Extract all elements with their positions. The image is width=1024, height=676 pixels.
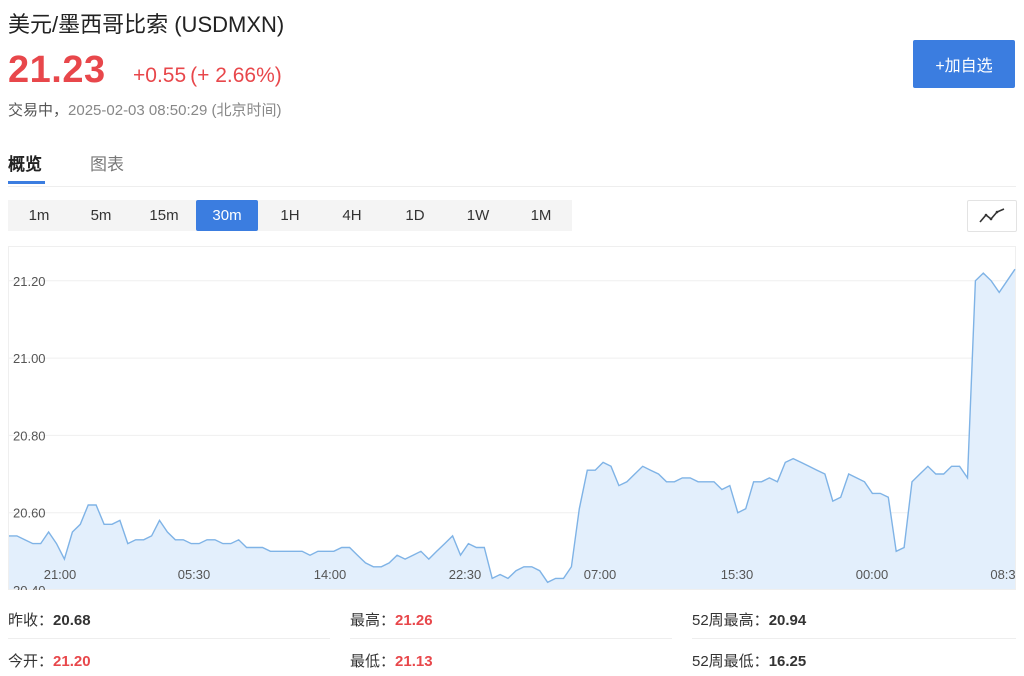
tab-chart[interactable]: 图表 <box>90 150 124 175</box>
tab-overview[interactable]: 概览 <box>8 150 42 175</box>
change-value: +0.55 <box>133 64 187 87</box>
x-tick-label: 21:00 <box>44 567 77 582</box>
add-watchlist-button[interactable]: +加自选 <box>913 40 1015 88</box>
x-tick-label: 22:30 <box>449 567 482 582</box>
stat-label: 52周最低： <box>692 653 769 670</box>
period-1w[interactable]: 1W <box>447 200 509 231</box>
stat-value: 16.25 <box>768 653 807 670</box>
instrument-title: 美元/墨西哥比索 (USDMXN) <box>8 12 285 37</box>
period-selector: 1m 5m 15m 30m 1H 4H 1D 1W 1M <box>8 200 572 231</box>
x-tick-label: 14:00 <box>314 567 347 582</box>
price-chart[interactable]: 20.40 20.60 20.80 21.00 21.20 21:00 05:30 14:00… <box>8 246 1016 598</box>
current-price: 21.23 <box>8 49 106 91</box>
period-30m[interactable]: 30m <box>196 200 258 231</box>
stat-value: 21.13 <box>395 653 433 670</box>
x-tick-label: 05:30 <box>178 567 211 582</box>
stat-low: 最低：21.13 <box>350 650 433 671</box>
stat-52w-low: 52周最低：16.25 <box>692 650 806 671</box>
tab-bar: 概览 图表 <box>8 146 1016 187</box>
stat-prev-close: 昨收：20.68 <box>8 609 91 630</box>
x-tick-label: 00:00 <box>856 567 889 582</box>
period-5m[interactable]: 5m <box>70 200 132 231</box>
stat-label: 今开： <box>8 653 54 670</box>
timestamp: 2025-02-03 08:50:29 (北京时间) <box>68 102 282 119</box>
change-percent: (+ 2.66%) <box>190 64 282 87</box>
stat-label: 昨收： <box>8 612 54 629</box>
stat-label: 最高： <box>350 612 396 629</box>
stat-open: 今开：21.20 <box>8 650 91 671</box>
y-tick-label: 21.20 <box>13 274 46 289</box>
period-15m[interactable]: 15m <box>133 200 195 231</box>
stat-label: 最低： <box>350 653 396 670</box>
x-tick-label: 15:30 <box>721 567 754 582</box>
y-tick-label: 20.80 <box>13 428 46 443</box>
tab-active-indicator <box>8 181 45 184</box>
period-1mo[interactable]: 1M <box>510 200 572 231</box>
divider <box>8 638 330 639</box>
stat-high: 最高：21.26 <box>350 609 433 630</box>
line-chart-icon <box>979 208 1005 223</box>
stats-panel: 昨收：20.68 最高：21.26 52周最高：20.94 今开：21.20 最… <box>0 600 1024 676</box>
y-tick-label: 21.00 <box>13 351 46 366</box>
x-tick-label: 07:00 <box>584 567 617 582</box>
chart-type-button[interactable] <box>967 200 1017 232</box>
y-tick-label: 20.40 <box>13 583 46 590</box>
price-change: +0.55 (+ 2.66%) <box>133 64 282 88</box>
divider <box>350 638 672 639</box>
period-1h[interactable]: 1H <box>259 200 321 231</box>
divider <box>692 638 1016 639</box>
stat-value: 20.94 <box>768 612 807 629</box>
stat-value: 21.20 <box>53 653 91 670</box>
period-1m[interactable]: 1m <box>8 200 70 231</box>
status-label: 交易中， <box>8 102 69 119</box>
y-tick-label: 20.60 <box>13 506 46 521</box>
stat-label: 52周最高： <box>692 612 769 629</box>
stat-52w-high: 52周最高：20.94 <box>692 609 806 630</box>
price-chart-svg[interactable]: 20.40 20.60 20.80 21.00 21.20 21:00 05:30 14:00… <box>8 246 1016 598</box>
x-tick-label: 08:3 <box>990 567 1015 582</box>
stat-value: 21.26 <box>395 612 433 629</box>
stat-value: 20.68 <box>53 612 91 629</box>
period-4h[interactable]: 4H <box>321 200 383 231</box>
trading-status: 交易中，2025-02-03 08:50:29 (北京时间) <box>8 99 281 120</box>
period-1d[interactable]: 1D <box>384 200 446 231</box>
